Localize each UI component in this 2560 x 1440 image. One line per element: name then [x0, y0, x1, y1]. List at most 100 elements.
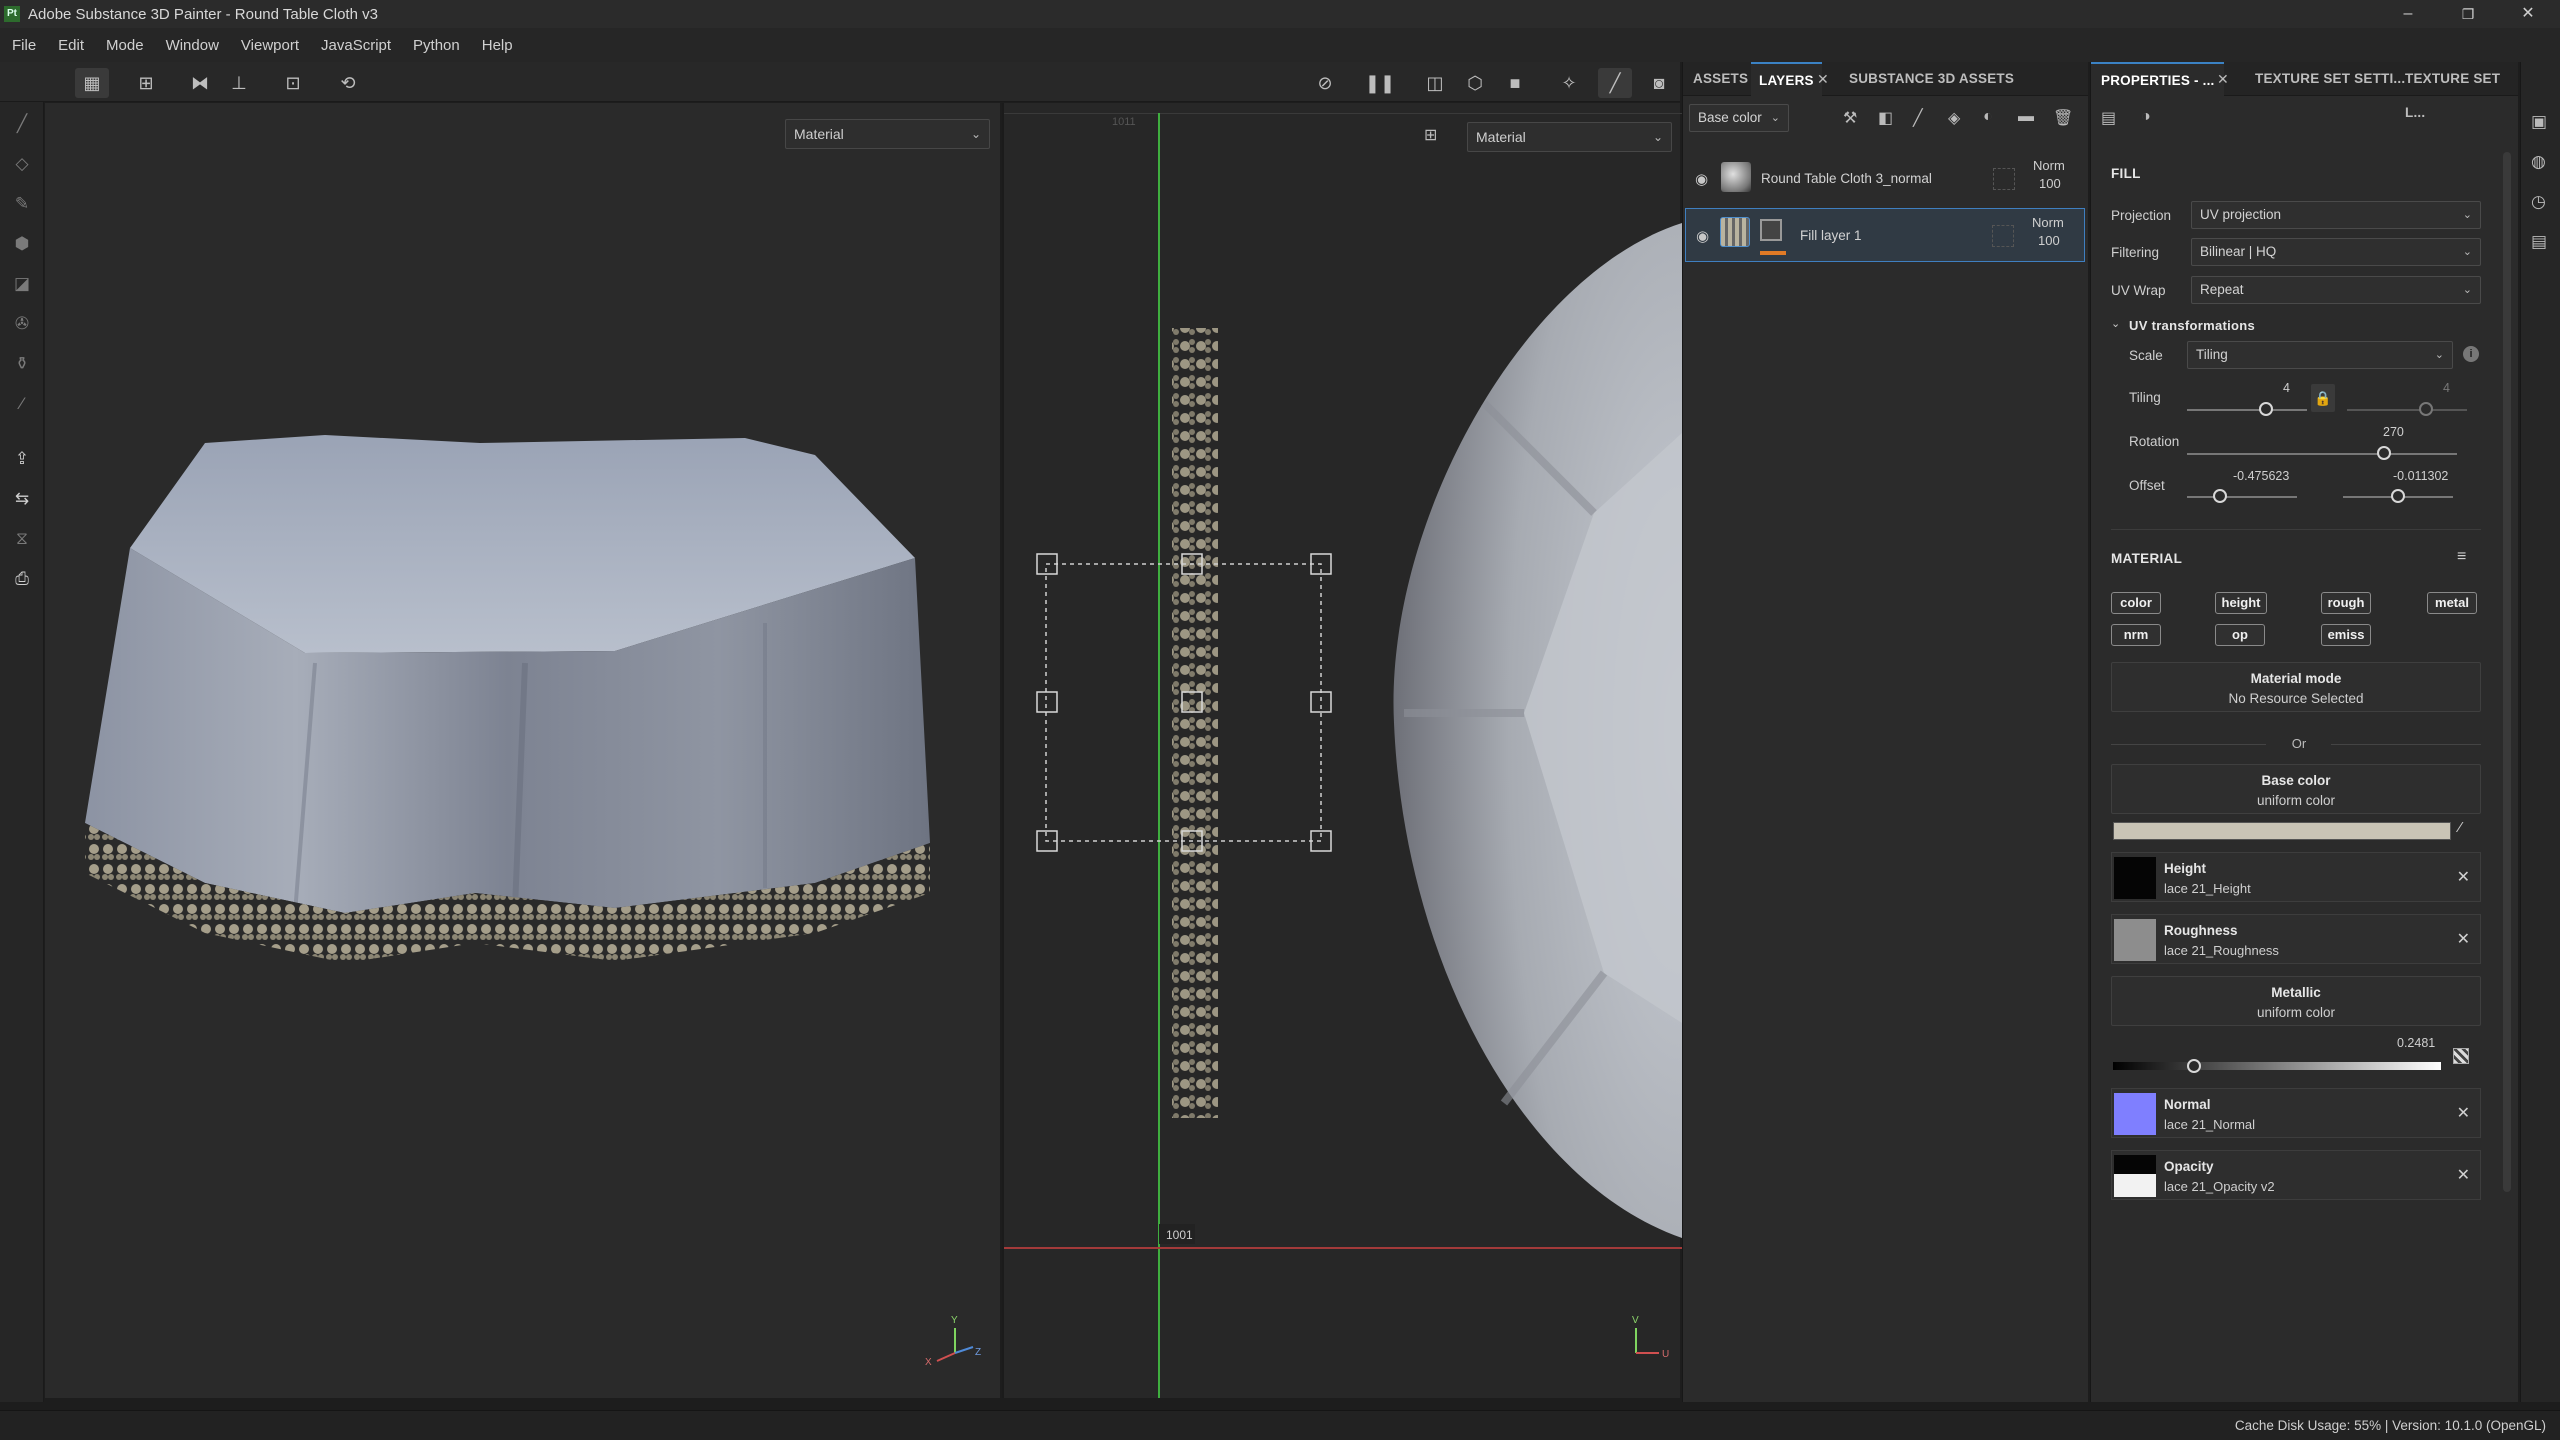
uv-tool-icon[interactable]: ⧖: [10, 527, 34, 551]
uv-transformations-title[interactable]: UV transformations: [2129, 318, 2255, 333]
layer-opacity[interactable]: 100: [2038, 233, 2060, 248]
transform-icon[interactable]: ⇆: [10, 487, 34, 511]
tab-assets[interactable]: ASSETS: [1693, 62, 1748, 96]
material-mode-slot[interactable]: Material mode No Resource Selected: [2111, 662, 2481, 712]
menu-file[interactable]: File: [12, 37, 36, 54]
render-icon[interactable]: ✧: [1552, 68, 1586, 98]
add-fill-layer-icon[interactable]: ◈: [1948, 108, 1960, 128]
layer-name[interactable]: Round Table Cloth 3_normal: [1761, 171, 1932, 186]
metallic-slider-track[interactable]: [2113, 1062, 2441, 1070]
remove-icon[interactable]: ✕: [2457, 867, 2470, 887]
height-channel-slot[interactable]: Height lace 21_Height ✕: [2111, 852, 2481, 902]
viewport-3d[interactable]: Material ⌄ Y X Z: [45, 103, 1000, 1398]
smudge-icon[interactable]: ◪: [10, 272, 34, 296]
base-color-swatch[interactable]: [2113, 822, 2451, 840]
export-icon[interactable]: ⎙: [10, 567, 34, 591]
shader-settings-icon[interactable]: ◍: [2531, 152, 2546, 172]
close-window-button[interactable]: ✕: [2500, 0, 2556, 28]
brush-icon[interactable]: ╱: [10, 112, 34, 136]
remove-icon[interactable]: ✕: [2457, 929, 2470, 949]
channel-rough-button[interactable]: rough: [2321, 592, 2371, 614]
tab-texture-set-list[interactable]: TEXTURE SET L...: [2405, 62, 2518, 120]
info-icon[interactable]: i: [2463, 346, 2479, 362]
menu-javascript[interactable]: JavaScript: [321, 37, 391, 54]
menu-window[interactable]: Window: [166, 37, 219, 54]
metallic-slot[interactable]: Metallic uniform color: [2111, 976, 2481, 1026]
scale-select[interactable]: Tiling ⌄: [2187, 341, 2453, 369]
tab-layers[interactable]: LAYERS: [1751, 62, 1822, 96]
smart-material-icon[interactable]: ◐: [1983, 108, 1993, 126]
tab-properties[interactable]: PROPERTIES - ...: [2091, 62, 2225, 96]
blend-mode[interactable]: Norm: [2033, 158, 2065, 173]
paint-mode-icon[interactable]: ╱: [1598, 68, 1632, 98]
mirror-icon[interactable]: ⧓: [183, 68, 217, 98]
channel-nrm-button[interactable]: nrm: [2111, 624, 2161, 646]
material-menu-icon[interactable]: ≡: [2457, 548, 2466, 566]
layer-opacity[interactable]: 100: [2039, 176, 2061, 191]
offset-u-track[interactable]: [2187, 496, 2297, 498]
add-mask-icon[interactable]: ◧: [1878, 108, 1893, 128]
filtering-select[interactable]: Bilinear | HQ ⌄: [2191, 238, 2481, 266]
projection-select[interactable]: UV projection ⌄: [2191, 201, 2481, 229]
clone-icon[interactable]: ✇: [10, 312, 34, 336]
cube-view-icon[interactable]: ⬡: [1458, 68, 1492, 98]
mask-slot[interactable]: [1992, 225, 2014, 247]
pause-icon[interactable]: ❚❚: [1363, 68, 1397, 98]
menu-edit[interactable]: Edit: [58, 37, 84, 54]
maximize-button[interactable]: ❐: [2440, 0, 2496, 28]
layer-channel-select[interactable]: Base color ⌄: [1689, 104, 1789, 132]
menu-python[interactable]: Python: [413, 37, 460, 54]
camera-icon[interactable]: ■: [1498, 68, 1532, 98]
tab-substance-assets[interactable]: SUBSTANCE 3D ASSETS: [1849, 62, 2014, 96]
mask-thumbnail[interactable]: [1760, 219, 1782, 241]
history-icon[interactable]: ⟲: [331, 68, 365, 98]
tiling-v-knob[interactable]: [2419, 402, 2433, 416]
log-icon[interactable]: ▤: [2531, 232, 2547, 252]
eyedropper-icon[interactable]: ⁄: [2459, 819, 2462, 836]
visibility-eye-icon[interactable]: ◉: [1696, 227, 1714, 245]
frame-icon[interactable]: ⊡: [276, 68, 310, 98]
eraser-icon[interactable]: ◇: [10, 152, 34, 176]
opacity-channel-slot[interactable]: Opacity lace 21_Opacity v2 ✕: [2111, 1150, 2481, 1200]
color-picker-icon[interactable]: ⁄: [10, 392, 34, 416]
add-paint-layer-icon[interactable]: ╱: [1913, 108, 1923, 128]
delete-layer-icon[interactable]: 🗑: [2053, 108, 2073, 128]
layer-row[interactable]: ◉ Round Table Cloth 3_normal Norm 100: [1685, 152, 2085, 206]
tab-texture-set-settings[interactable]: TEXTURE SET SETTI...: [2255, 62, 2405, 96]
channel-color-button[interactable]: color: [2111, 592, 2161, 614]
layer-name[interactable]: Fill layer 1: [1800, 228, 1862, 243]
blend-mode[interactable]: Norm: [2032, 215, 2064, 230]
grid-view-icon[interactable]: ▦: [75, 68, 109, 98]
menu-viewport[interactable]: Viewport: [241, 37, 299, 54]
viewport-2d[interactable]: Material ⌄ ⊞ 1011 1001 V U: [1002, 103, 1682, 1398]
rotation-track[interactable]: [2187, 453, 2457, 455]
fill-properties-icon[interactable]: ▤: [2101, 108, 2116, 128]
rotation-knob[interactable]: [2377, 446, 2391, 460]
material-picker-icon[interactable]: ⚱: [10, 352, 34, 376]
projection-icon[interactable]: ✎: [10, 192, 34, 216]
close-tab-icon[interactable]: ✕: [2217, 62, 2229, 96]
uvwrap-select[interactable]: Repeat ⌄: [2191, 276, 2481, 304]
geometry-fill-icon[interactable]: ⬢: [10, 232, 34, 256]
history-panel-icon[interactable]: ◷: [2531, 192, 2546, 212]
add-folder-icon[interactable]: ▬: [2018, 108, 2034, 126]
add-effect-icon[interactable]: ⚒: [1843, 108, 1857, 128]
tiling-u-knob[interactable]: [2259, 402, 2273, 416]
normal-channel-slot[interactable]: Normal lace 21_Normal ✕: [2111, 1088, 2481, 1138]
tile-grid-icon[interactable]: ⊞: [129, 68, 163, 98]
channel-height-button[interactable]: height: [2215, 592, 2267, 614]
channel-metal-button[interactable]: metal: [2427, 592, 2477, 614]
menu-mode[interactable]: Mode: [106, 37, 144, 54]
offset-u-knob[interactable]: [2213, 489, 2227, 503]
base-color-slot[interactable]: Base color uniform color: [2111, 764, 2481, 814]
symmetry-icon[interactable]: ⊥: [222, 68, 256, 98]
remove-icon[interactable]: ✕: [2457, 1103, 2470, 1123]
display-settings-icon[interactable]: ▣: [2531, 112, 2547, 132]
menu-help[interactable]: Help: [482, 37, 513, 54]
bake-icon[interactable]: ⇪: [10, 447, 34, 471]
collapse-chevron-icon[interactable]: ⌄: [2111, 317, 2120, 330]
tiling-v-track[interactable]: [2347, 409, 2467, 411]
random-seed-icon[interactable]: [2453, 1048, 2469, 1064]
screenshot-icon[interactable]: ◙: [1642, 68, 1676, 98]
properties-scrollbar[interactable]: [2503, 152, 2511, 1192]
